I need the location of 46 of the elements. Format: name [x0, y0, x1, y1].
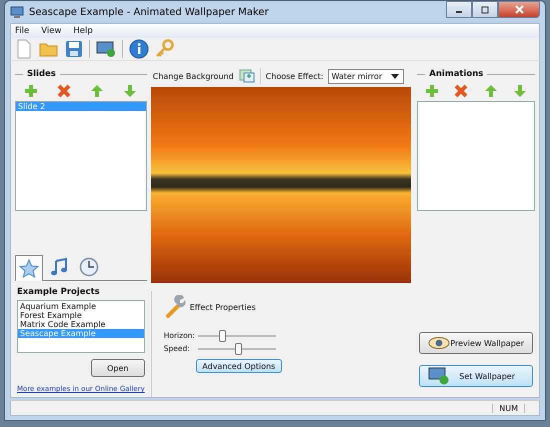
monitor-icon — [10, 5, 24, 19]
slides-heading: Slides — [27, 69, 56, 79]
monitor-icon[interactable] — [96, 40, 116, 58]
advanced-options-button[interactable]: Advanced Options — [196, 359, 282, 373]
effect-dropdown[interactable]: Water mirror — [328, 68, 404, 84]
open-button[interactable]: Open — [90, 359, 145, 377]
up-arrow-icon[interactable] — [90, 84, 104, 98]
maximize-button[interactable] — [472, 1, 498, 18]
delete-icon[interactable] — [57, 84, 72, 98]
close-button[interactable] — [498, 1, 540, 18]
monitor-icon — [428, 367, 450, 385]
info-icon[interactable] — [129, 39, 149, 59]
picture-icon[interactable] — [238, 69, 255, 83]
down-arrow-icon[interactable] — [513, 84, 528, 98]
add-icon[interactable] — [24, 84, 38, 98]
example-item[interactable]: Matrix Code Example — [18, 320, 144, 329]
minimize-button[interactable] — [446, 1, 472, 18]
wrench-icon — [164, 295, 188, 319]
eye-icon — [428, 336, 450, 350]
delete-icon[interactable] — [454, 84, 468, 98]
menu-item[interactable]: File — [15, 26, 30, 36]
star-tab[interactable] — [15, 255, 43, 281]
maximize-icon — [481, 6, 489, 14]
add-icon[interactable] — [425, 84, 439, 98]
choose-effect-label: Choose Effect: — [266, 72, 324, 80]
slider-thumb[interactable] — [219, 330, 226, 342]
preview-wallpaper-button[interactable]: Preview Wallpaper — [419, 332, 533, 354]
window-title: Seascape Example - Animated Wallpaper Maker — [29, 6, 269, 18]
down-arrow-icon[interactable] — [123, 84, 138, 98]
animations-heading: Animations — [429, 69, 484, 79]
new-document-icon[interactable] — [15, 39, 33, 59]
example-item[interactable]: Aquarium Example — [18, 302, 144, 311]
caret-icon — [391, 74, 400, 78]
example-item[interactable]: Forest Example — [18, 311, 144, 320]
set-wallpaper-button[interactable]: Set Wallpaper — [419, 365, 533, 387]
up-arrow-icon[interactable] — [484, 84, 498, 98]
menu-item[interactable]: View — [41, 26, 62, 36]
close-icon — [514, 5, 524, 14]
num-lock-indicator: NUM — [492, 404, 525, 412]
change-background-label[interactable]: Change Background — [152, 72, 234, 80]
save-icon[interactable] — [65, 40, 83, 58]
effect-properties-heading: Effect Properties — [190, 302, 256, 312]
slider-thumb[interactable] — [234, 342, 242, 354]
key-icon[interactable] — [155, 39, 175, 59]
menu-item[interactable]: Help — [73, 26, 93, 36]
example-projects-heading: Example Projects — [17, 287, 101, 297]
